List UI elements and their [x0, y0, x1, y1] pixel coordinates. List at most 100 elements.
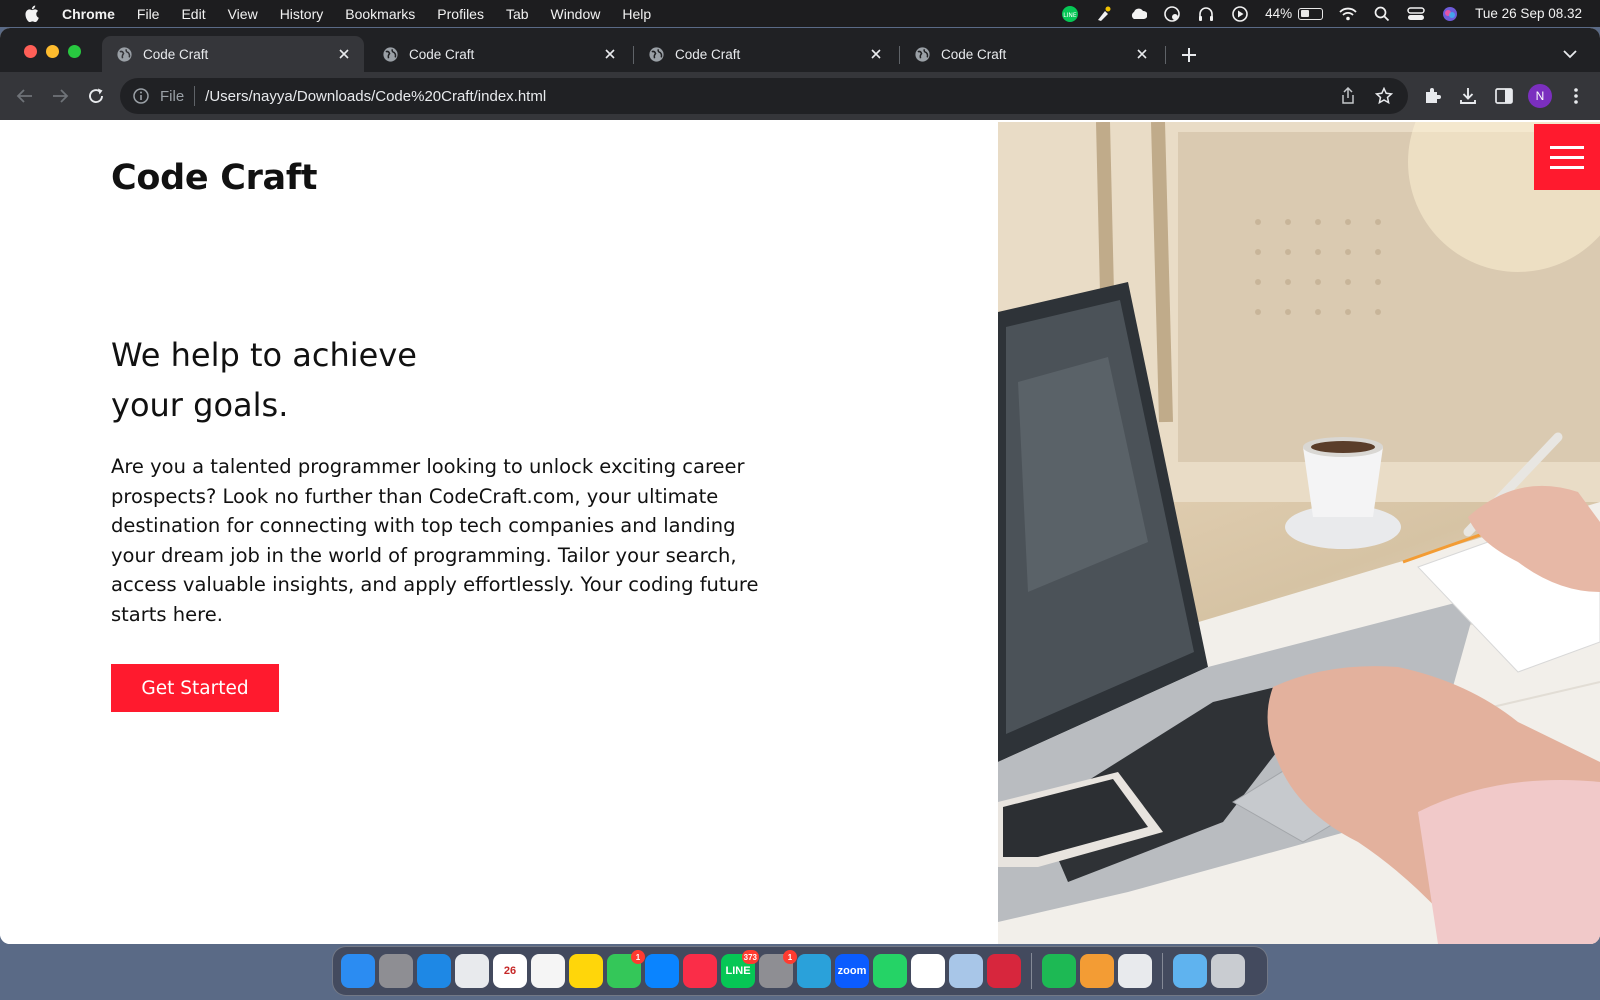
reload-button[interactable] [84, 84, 108, 108]
bookmark-button[interactable] [1374, 86, 1394, 106]
menu-tab[interactable]: Tab [506, 6, 529, 22]
dock: 26 1 LINE 373 1 zoom [332, 946, 1268, 996]
omnibox-divider [194, 86, 196, 106]
spotify-app-icon[interactable] [1042, 954, 1076, 988]
headphones-status-icon[interactable] [1197, 5, 1215, 23]
downloads-button[interactable] [1456, 84, 1480, 108]
clock[interactable]: Tue 26 Sep 08.32 [1475, 6, 1582, 21]
whatsapp-app-icon[interactable] [873, 954, 907, 988]
fullscreen-window-button[interactable] [68, 45, 81, 58]
menu-profiles[interactable]: Profiles [437, 6, 484, 22]
forward-button[interactable] [48, 84, 72, 108]
notes-app-icon[interactable] [569, 954, 603, 988]
close-tab-icon[interactable] [868, 46, 884, 62]
close-tab-icon[interactable] [602, 46, 618, 62]
info-icon[interactable] [132, 87, 150, 105]
window-controls [24, 45, 81, 58]
menu-help[interactable]: Help [622, 6, 651, 22]
menu-window[interactable]: Window [551, 6, 601, 22]
close-tab-icon[interactable] [336, 46, 352, 62]
share-button[interactable] [1338, 86, 1358, 106]
safari-app-icon[interactable] [417, 954, 451, 988]
star-icon [1375, 87, 1393, 105]
tab-4[interactable]: Code Craft [900, 36, 1162, 72]
fruit-app-icon[interactable] [1080, 954, 1114, 988]
chrome-app-icon[interactable] [455, 954, 489, 988]
menu-toggle-button[interactable] [1534, 124, 1600, 190]
menu-history[interactable]: History [280, 6, 324, 22]
downloads-folder-icon[interactable] [1173, 954, 1207, 988]
spotlight-search-icon[interactable] [1373, 5, 1391, 23]
url-text[interactable]: /Users/nayya/Downloads/Code%20Craft/inde… [205, 88, 546, 105]
vscode-app-icon[interactable] [911, 954, 945, 988]
new-tab-button[interactable] [1178, 44, 1200, 66]
download-icon [1460, 88, 1476, 104]
trash-icon[interactable] [1211, 954, 1245, 988]
battery-icon [1298, 7, 1324, 20]
extensions-button[interactable] [1420, 84, 1444, 108]
calendar-app-icon[interactable]: 26 [493, 954, 527, 988]
side-panel-button[interactable] [1492, 84, 1516, 108]
music-app-icon[interactable] [683, 954, 717, 988]
menu-file[interactable]: File [137, 6, 160, 22]
globe-icon [117, 46, 132, 62]
url-scheme-label: File [160, 87, 185, 105]
hero-description: Are you a talented programmer looking to… [111, 455, 759, 626]
menu-edit[interactable]: Edit [181, 6, 205, 22]
tab-search-button[interactable] [1560, 44, 1580, 64]
menu-view[interactable]: View [228, 6, 258, 22]
arrow-left-icon [16, 89, 32, 103]
chrome-menu-button[interactable] [1564, 84, 1588, 108]
side-panel-icon [1495, 88, 1513, 104]
app-store-app-icon[interactable] [645, 954, 679, 988]
hero-title-line-2: your goals. [111, 386, 289, 424]
tab-3[interactable]: Code Craft [634, 36, 896, 72]
photo-booth-app-icon[interactable] [987, 954, 1021, 988]
address-bar[interactable]: File /Users/nayya/Downloads/Code%20Craft… [120, 78, 1408, 114]
dock-divider [1031, 953, 1032, 989]
profile-avatar[interactable]: N [1528, 84, 1552, 108]
line-app-icon[interactable]: LINE 373 [721, 950, 759, 988]
tab-1[interactable]: Code Craft [102, 36, 364, 72]
notification-badge: 373 [741, 950, 759, 964]
menu-bookmarks[interactable]: Bookmarks [345, 6, 415, 22]
back-button[interactable] [13, 84, 37, 108]
puzzle-icon [1426, 88, 1441, 103]
cube-app-icon[interactable] [949, 954, 983, 988]
zoom-app-icon[interactable]: zoom [835, 954, 869, 988]
wifi-icon[interactable] [1339, 5, 1357, 23]
system-settings-app-icon[interactable]: 1 [759, 950, 797, 988]
finder-app-icon[interactable] [341, 954, 375, 988]
tab-2[interactable]: Code Craft [368, 36, 630, 72]
menu-app-name[interactable]: Chrome [62, 6, 115, 22]
vpn-status-icon[interactable] [1163, 5, 1181, 23]
battery-indicator[interactable]: 44% [1265, 6, 1324, 21]
close-tab-icon[interactable] [1134, 46, 1150, 62]
chevron-down-icon [1563, 50, 1577, 59]
apple-icon[interactable] [24, 5, 40, 22]
menu-bar: Chrome File Edit View History Bookmarks … [0, 0, 1600, 27]
tab-title: Code Craft [941, 46, 1007, 62]
control-center-icon[interactable] [1407, 5, 1425, 23]
chrome-alt-app-icon[interactable] [1118, 954, 1152, 988]
status-area: LINE 44% Tue 26 Sep 08.32 [1061, 0, 1582, 27]
line-status-icon[interactable]: LINE [1061, 5, 1079, 23]
share-icon [1342, 87, 1354, 104]
play-status-icon[interactable] [1231, 5, 1249, 23]
telegram-app-icon[interactable] [797, 954, 831, 988]
tab-title: Code Craft [409, 46, 475, 62]
minimize-window-button[interactable] [46, 45, 59, 58]
close-window-button[interactable] [24, 45, 37, 58]
get-started-button[interactable]: Get Started [111, 664, 279, 712]
reminders-app-icon[interactable] [531, 954, 565, 988]
messages-app-icon[interactable]: 1 [607, 950, 645, 988]
paintbrush-status-icon[interactable] [1095, 5, 1113, 23]
siri-icon[interactable] [1441, 5, 1459, 23]
globe-icon [383, 46, 398, 62]
arrow-right-icon [53, 89, 69, 103]
site-logo[interactable]: Code Craft [111, 158, 318, 198]
cloud-status-icon[interactable] [1129, 5, 1148, 23]
dock-divider [1162, 953, 1163, 989]
tab-separator [1165, 46, 1166, 64]
launchpad-app-icon[interactable] [379, 954, 413, 988]
